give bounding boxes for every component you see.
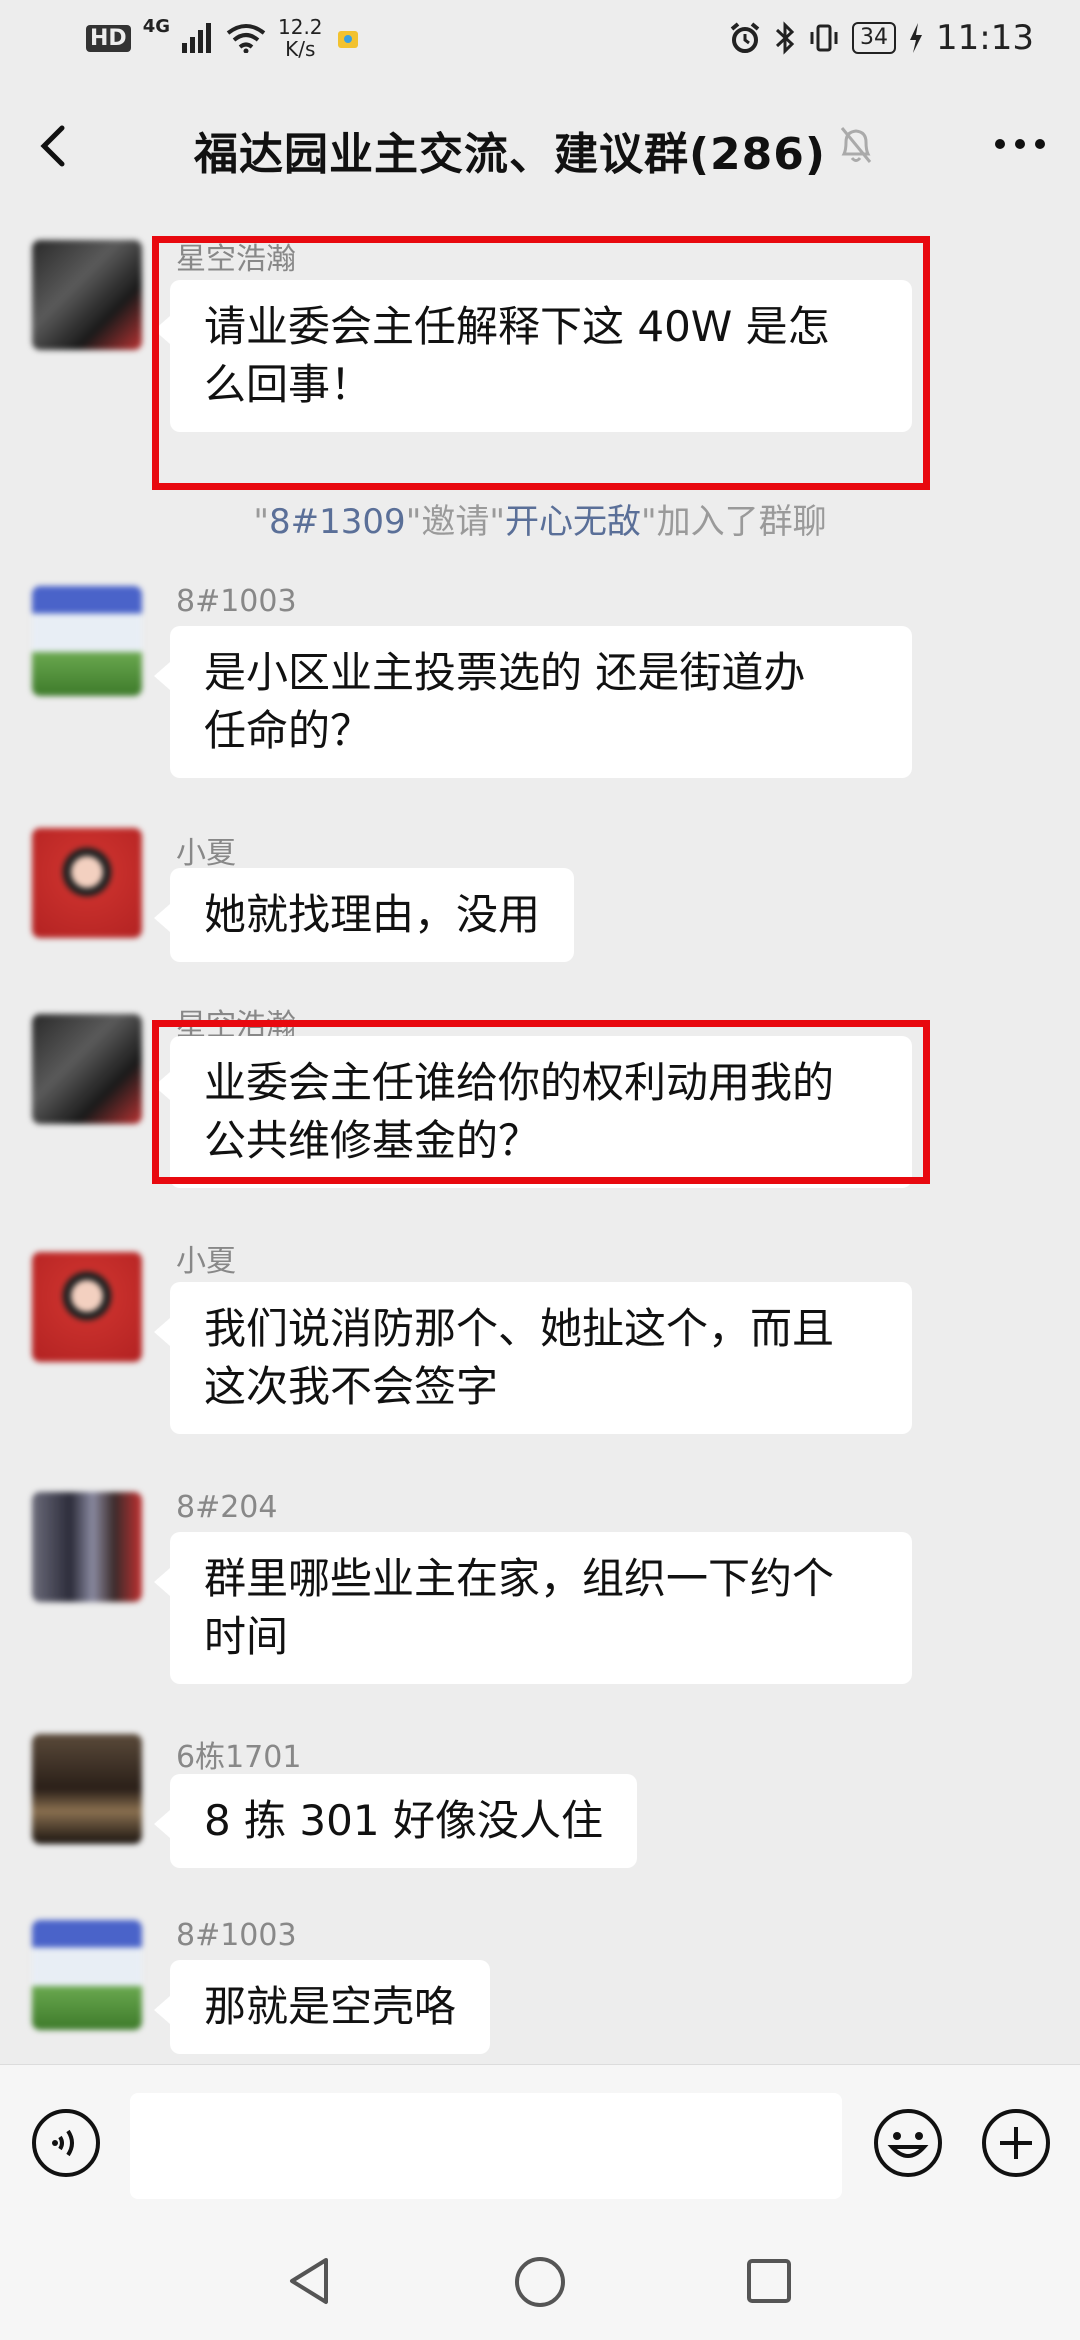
- status-right: 34 11:13: [728, 18, 1034, 58]
- message-line: 是小区业主投票选的 还是街道办: [204, 648, 806, 697]
- message-bubble[interactable]: 8 拣 301 好像没人住: [154, 1774, 637, 1868]
- sender-name: 8#1003: [176, 1918, 297, 1953]
- system-nav-bar: [0, 2224, 1080, 2340]
- sender-name: 6栋1701: [176, 1740, 302, 1775]
- message-bubble[interactable]: 她就找理由，没用: [153, 868, 575, 962]
- bluetooth-icon: [775, 21, 795, 55]
- signal-icon: [182, 23, 211, 53]
- avatar[interactable]: [32, 1014, 142, 1124]
- system-inviter[interactable]: 8#1309: [269, 502, 406, 542]
- more-options-icon[interactable]: [990, 124, 1050, 164]
- input-bar: [0, 2064, 1080, 2225]
- app-notification-icon: [337, 31, 358, 48]
- system-invitee[interactable]: 开心无敌: [505, 502, 641, 542]
- avatar[interactable]: [32, 586, 142, 696]
- system-text: 加入了群聊: [656, 502, 827, 542]
- status-left: HD 4G 12.2 K/s: [86, 16, 361, 60]
- message-input[interactable]: [130, 2093, 842, 2199]
- network-type: 4G: [142, 16, 170, 37]
- battery-level: 34: [852, 22, 897, 54]
- voice-input-icon[interactable]: [30, 2107, 102, 2179]
- system-message: "8#1309"邀请"开心无敌"加入了群聊: [0, 494, 1080, 543]
- hd-indicator: HD: [86, 24, 131, 52]
- message-line: 那就是空壳咯: [204, 1982, 457, 2031]
- add-attachment-icon[interactable]: [980, 2107, 1052, 2179]
- sender-name: 8#1003: [176, 584, 297, 619]
- avatar[interactable]: [32, 828, 142, 938]
- red-highlight-box: [152, 1020, 930, 1184]
- message-line: 时间: [204, 1612, 289, 1661]
- network-speed: 12.2 K/s: [278, 16, 323, 60]
- avatar[interactable]: [32, 1252, 142, 1362]
- system-text: "邀请": [405, 502, 505, 542]
- sender-name: 小夏: [176, 1244, 236, 1279]
- chat-header: 福达园业主交流、建议群(286): [0, 80, 1080, 210]
- avatar[interactable]: [32, 240, 142, 350]
- avatar[interactable]: [32, 1920, 142, 2030]
- status-bar: HD 4G 12.2 K/s 34 11:13: [0, 0, 1080, 80]
- message-bubble[interactable]: 是小区业主投票选的 还是街道办 任命的？: [154, 626, 912, 778]
- mute-bell-icon: [840, 127, 872, 163]
- message-line: 任命的？: [204, 706, 373, 755]
- clock: 11:13: [936, 18, 1034, 58]
- chat-messages[interactable]: 星空浩瀚 请业委会主任解释下这 40W 是怎 么回事！ "8#1309"邀请"开…: [0, 210, 1080, 2064]
- sender-name: 8#204: [176, 1490, 278, 1525]
- message-line: 这次我不会签字: [204, 1362, 499, 1411]
- message-line: 8 拣 301 好像没人住: [204, 1796, 603, 1845]
- vibrate-icon: [810, 24, 838, 52]
- avatar[interactable]: [32, 1734, 142, 1844]
- message-bubble[interactable]: 群里哪些业主在家，组织一下约个 时间: [154, 1532, 912, 1684]
- system-text: ": [640, 502, 657, 542]
- nav-back-icon[interactable]: [284, 2254, 336, 2308]
- wifi-icon: [226, 24, 266, 53]
- sender-name: 小夏: [176, 836, 236, 871]
- message-line: 我们说消防那个、她扯这个，而且: [204, 1304, 835, 1353]
- red-highlight-box: [152, 236, 930, 490]
- nav-recent-apps-icon[interactable]: [744, 2256, 794, 2306]
- message-line: 群里哪些业主在家，组织一下约个: [204, 1554, 835, 1603]
- speed-unit: K/s: [285, 37, 316, 61]
- nav-home-icon[interactable]: [512, 2254, 568, 2310]
- speed-value: 12.2: [278, 15, 323, 39]
- avatar[interactable]: [32, 1492, 142, 1602]
- chat-title: 福达园业主交流、建议群(286): [193, 129, 827, 180]
- message-line: 她就找理由，没用: [204, 890, 541, 939]
- charging-icon: [910, 23, 923, 53]
- system-text: ": [253, 502, 270, 542]
- emoji-icon[interactable]: [872, 2107, 944, 2179]
- message-bubble[interactable]: 我们说消防那个、她扯这个，而且 这次我不会签字: [154, 1282, 912, 1434]
- message-bubble[interactable]: 那就是空壳咯: [153, 1960, 491, 2054]
- alarm-icon: [730, 22, 760, 53]
